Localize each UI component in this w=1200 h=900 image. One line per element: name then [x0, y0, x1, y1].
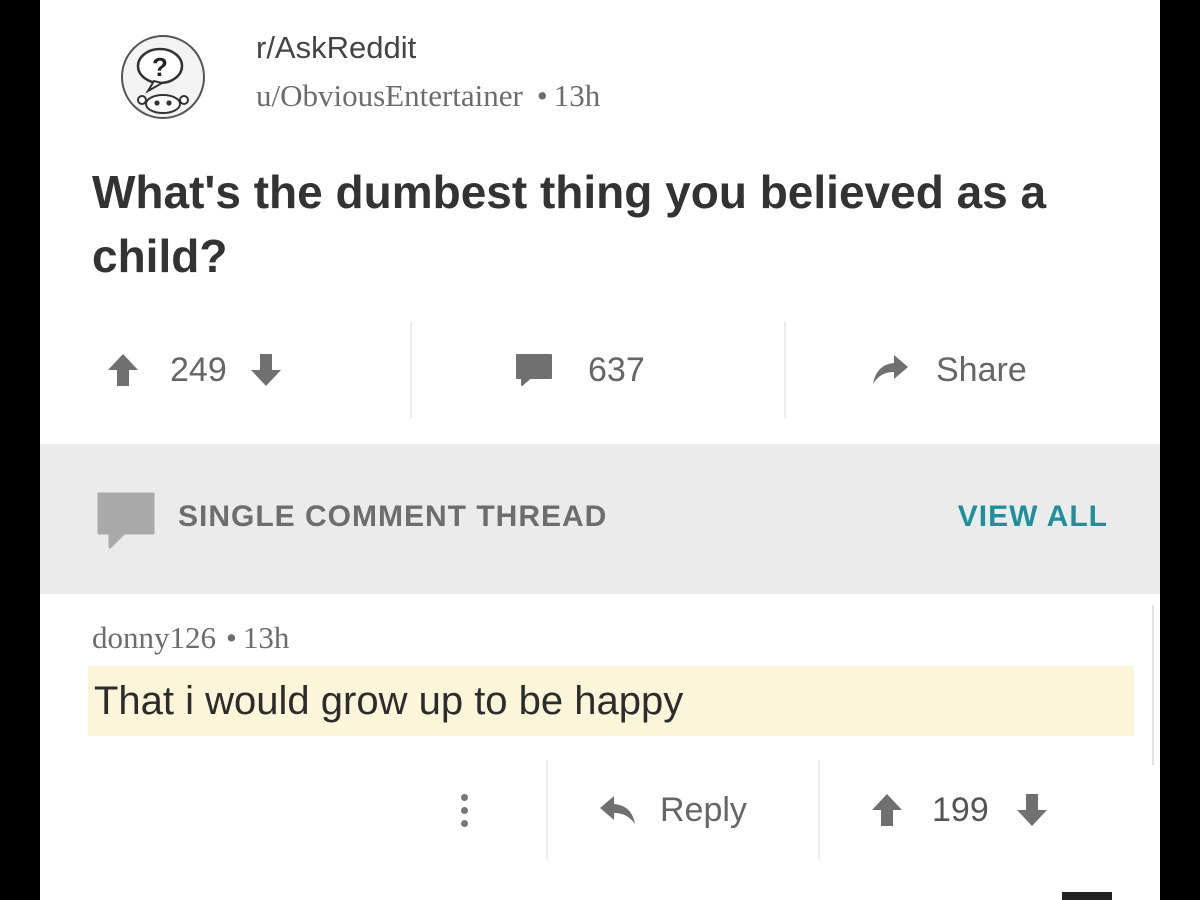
action-divider [818, 760, 820, 860]
action-divider [410, 322, 412, 418]
comments-button[interactable]: 637 [514, 322, 645, 418]
subreddit-name[interactable]: r/AskReddit [256, 30, 416, 66]
comment-vote-count: 199 [932, 790, 989, 829]
comment-thread-bar: SINGLE COMMENT THREAD VIEW ALL [40, 444, 1160, 594]
arrow-up-icon[interactable] [870, 792, 904, 828]
thread-label: SINGLE COMMENT THREAD [178, 500, 608, 533]
comment-author[interactable]: donny126 [92, 620, 216, 655]
post-meta: u/ObviousEntertainer • 13h [256, 78, 600, 114]
comment-age: 13h [242, 620, 290, 655]
arrow-down-icon[interactable] [1015, 792, 1049, 828]
meta-separator: • [226, 620, 237, 655]
svg-text:?: ? [152, 52, 168, 82]
reply-arrow-icon [598, 794, 638, 826]
arrow-up-icon[interactable] [106, 352, 140, 388]
post-header: ? r/AskReddit u/ObviousEntertainer • 13h [110, 22, 1010, 132]
share-arrow-icon [870, 353, 910, 387]
bottom-edge-mark [1062, 892, 1112, 900]
speech-bubble-icon [514, 352, 554, 388]
speech-bubble-icon [96, 491, 156, 553]
share-label: Share [936, 350, 1027, 389]
post-title[interactable]: What's the dumbest thing you believed as… [92, 160, 1052, 288]
view-all-link[interactable]: VIEW ALL [958, 500, 1108, 534]
reply-button[interactable]: Reply [598, 760, 747, 860]
post-age: 13h [553, 78, 601, 113]
right-edge-line [1152, 605, 1154, 765]
kebab-icon[interactable] [454, 794, 474, 834]
comment-action-bar: Reply 199 [40, 760, 1160, 860]
comment-count: 637 [588, 350, 645, 389]
share-button[interactable]: Share [870, 322, 1027, 418]
arrow-down-icon[interactable] [249, 352, 283, 388]
action-divider [784, 322, 786, 418]
comment-body: That i would grow up to be happy [88, 666, 1134, 736]
askreddit-snoo-icon[interactable]: ? [120, 34, 206, 120]
post-upvote-count: 249 [170, 350, 227, 389]
action-divider [546, 760, 548, 860]
reply-label: Reply [660, 790, 747, 829]
post-action-bar: 249 637 Share [40, 322, 1160, 418]
comment-vote-group: 199 [870, 760, 1049, 860]
meta-separator: • [536, 78, 548, 113]
post-vote-group: 249 [106, 322, 283, 418]
post-author[interactable]: u/ObviousEntertainer [256, 78, 523, 113]
reddit-screen: ? r/AskReddit u/ObviousEntertainer • 13h W… [40, 0, 1160, 900]
comment-meta: donny126 • 13h [92, 620, 289, 656]
